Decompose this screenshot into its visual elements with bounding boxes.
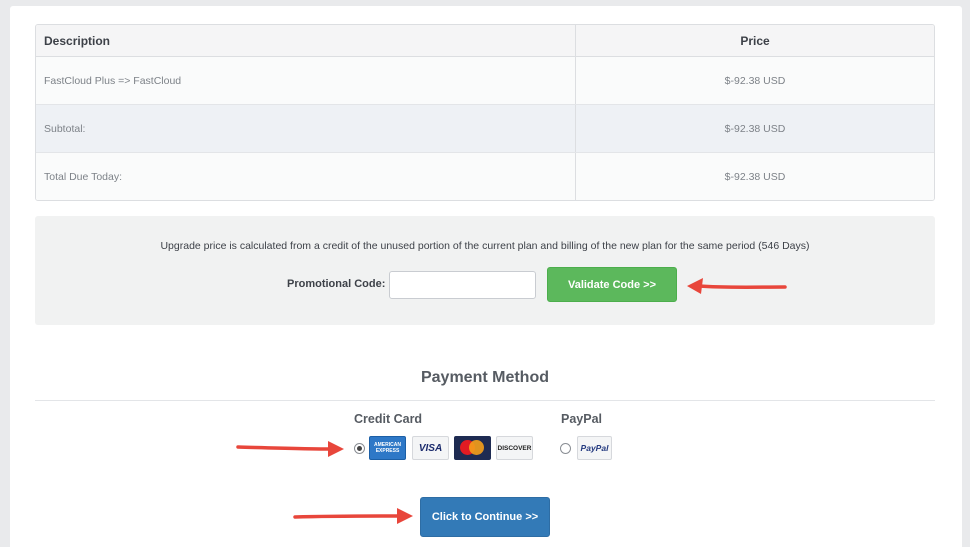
row-description: Total Due Today: bbox=[44, 171, 123, 183]
paypal-label: PayPal bbox=[561, 412, 603, 426]
payment-method-title: Payment Method bbox=[420, 369, 549, 386]
annotation-arrow-icon bbox=[293, 508, 413, 524]
annotation-arrow-icon bbox=[236, 441, 344, 457]
row-description: Subtotal: bbox=[44, 122, 86, 135]
visa-card-icon: VISA bbox=[412, 436, 449, 460]
mastercard-icon bbox=[454, 436, 491, 460]
row-price: $-92.38 USD bbox=[724, 74, 786, 87]
table-row: FastCloud Plus => FastCloud $-92.38 USD bbox=[36, 57, 934, 105]
discover-card-icon: DISCOVER bbox=[496, 436, 533, 460]
row-price: $-92.38 USD bbox=[724, 171, 786, 183]
credit-card-label: Credit Card bbox=[354, 412, 423, 426]
continue-button[interactable]: Click to Continue >> bbox=[420, 497, 550, 537]
table-row: Subtotal: $-92.38 USD bbox=[36, 105, 934, 153]
promo-code-input[interactable] bbox=[389, 271, 536, 299]
order-summary-table: Description Price FastCloud Plus => Fast… bbox=[35, 24, 935, 201]
promo-code-label: Promotional Code: bbox=[287, 278, 386, 290]
column-header-description: Description bbox=[44, 33, 111, 48]
divider bbox=[35, 400, 935, 401]
paypal-radio[interactable] bbox=[560, 443, 571, 454]
amex-card-icon: AMERICAN EXPRESS bbox=[369, 436, 406, 460]
row-description: FastCloud Plus => FastCloud bbox=[44, 74, 182, 87]
paypal-icon: PayPal bbox=[577, 436, 612, 460]
upgrade-price-note: Upgrade price is calculated from a credi… bbox=[160, 240, 810, 252]
table-row: Total Due Today: $-92.38 USD bbox=[36, 153, 934, 200]
promo-code-box: Upgrade price is calculated from a credi… bbox=[35, 216, 935, 325]
credit-card-radio[interactable] bbox=[354, 443, 365, 454]
row-price: $-92.38 USD bbox=[724, 122, 786, 135]
table-header: Description Price bbox=[36, 25, 934, 57]
column-header-price: Price bbox=[740, 33, 770, 48]
annotation-arrow-icon bbox=[687, 278, 787, 294]
validate-code-button[interactable]: Validate Code >> bbox=[547, 267, 677, 302]
